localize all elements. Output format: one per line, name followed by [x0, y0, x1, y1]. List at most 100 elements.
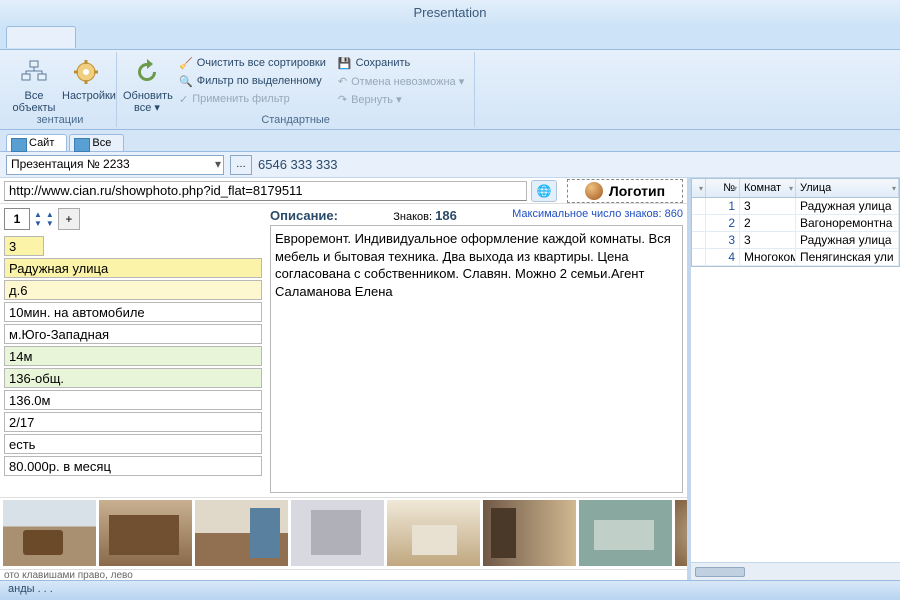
save-label: Сохранить	[356, 57, 411, 69]
col-number[interactable]: №	[706, 179, 740, 197]
undo-icon: ↶	[338, 75, 347, 88]
ribbon-group1-caption: зентации	[10, 114, 110, 126]
thumbnail-6[interactable]	[483, 500, 576, 566]
page-down-icon[interactable]: ▼	[34, 219, 42, 228]
logo-placeholder: Логотип	[567, 179, 683, 203]
description-header: Описание: Знаков: 186 Максимальное число…	[270, 208, 683, 223]
title-bar: Presentation	[0, 0, 900, 26]
browse-button[interactable]: …	[230, 155, 252, 175]
field-balcony[interactable]	[4, 434, 262, 454]
field-total-area[interactable]	[4, 368, 262, 388]
save-button[interactable]: 💾 Сохранить	[334, 54, 468, 72]
mid-row: 1 ▲▼ ▲▼ + Описание:	[0, 204, 687, 497]
tab-site[interactable]: Сайт	[6, 134, 67, 151]
ribbon-tab-blank[interactable]	[6, 26, 76, 48]
add-page-button[interactable]: +	[58, 208, 80, 230]
globe-icon: 🌐	[537, 184, 552, 198]
cell-street: Радужная улица	[796, 232, 899, 248]
redo-label: Вернуть ▾	[351, 93, 402, 106]
redo-button: ↷ Вернуть ▾	[334, 90, 468, 108]
content-area: 🌐 Логотип 1 ▲▼ ▲▼ +	[0, 178, 900, 580]
thumbnail-4[interactable]	[291, 500, 384, 566]
thumbnail-2[interactable]	[99, 500, 192, 566]
document-tabs: Сайт Все	[0, 130, 900, 152]
ribbon-tab-strip	[0, 26, 900, 50]
char-max-label: Максимальное число знаков: 860	[512, 208, 683, 223]
table-row[interactable]: 33Радужная улица	[692, 232, 899, 249]
thumbnail-8[interactable]	[675, 500, 687, 566]
refresh-icon	[131, 56, 163, 88]
gear-icon	[70, 56, 102, 88]
thumbnail-strip	[0, 497, 687, 569]
all-objects-label: Все объекты	[10, 90, 58, 114]
ribbon-group2-caption: Стандартные	[123, 114, 468, 126]
thumbnail-5[interactable]	[387, 500, 480, 566]
fields-panel: 1 ▲▼ ▲▼ +	[0, 204, 266, 497]
field-price[interactable]	[4, 456, 262, 476]
col-street[interactable]: Улица	[796, 179, 899, 197]
field-rooms[interactable]	[4, 236, 44, 256]
object-list-table: № Комнат Улица 13Радужная улица 22Вагоно…	[691, 178, 900, 267]
table-row[interactable]: 13Радужная улица	[692, 198, 899, 215]
field-kitchen-area[interactable]	[4, 346, 262, 366]
field-street[interactable]	[4, 258, 262, 278]
apply-filter-label: Применить фильтр	[192, 93, 290, 105]
pager: 1 ▲▼ ▲▼ +	[4, 208, 262, 230]
redo-icon: ↷	[338, 93, 347, 106]
filter-sel-label: Фильтр по выделенному	[197, 75, 322, 87]
cell-rooms: 3	[740, 232, 796, 248]
horizontal-scrollbar[interactable]	[691, 562, 900, 580]
logo-text: Логотип	[609, 183, 665, 199]
filter-apply-icon: ✓	[179, 93, 188, 106]
tab-all[interactable]: Все	[69, 134, 124, 151]
table-row[interactable]: 22Вагоноремонтна	[692, 215, 899, 232]
all-objects-button[interactable]: Все объекты	[10, 54, 58, 114]
undo-button: ↶Отмена невозможна ▾	[334, 72, 468, 90]
page-up-down[interactable]: ▲▼	[34, 210, 42, 228]
filter-by-selection-button[interactable]: 🔍 Фильтр по выделенному	[175, 72, 330, 90]
filter-icon: 🔍	[179, 75, 193, 88]
presentation-selector[interactable]: Презентация № 2233	[6, 155, 224, 175]
page-up-down-2[interactable]: ▲▼	[46, 210, 54, 228]
field-transport[interactable]	[4, 302, 262, 322]
field-floor[interactable]	[4, 412, 262, 432]
page-down-icon-2[interactable]: ▼	[46, 219, 54, 228]
field-metro[interactable]	[4, 324, 262, 344]
cell-rooms: 2	[740, 215, 796, 231]
cell-street: Вагоноремонтна	[796, 215, 899, 231]
cell-rooms: 3	[740, 198, 796, 214]
thumbnail-3[interactable]	[195, 500, 288, 566]
refresh-all-button[interactable]: Обновить все ▾	[123, 54, 171, 114]
save-icon: 💾	[338, 57, 352, 70]
field-living-area[interactable]	[4, 390, 262, 410]
col-rooms[interactable]: Комнат	[740, 179, 796, 197]
ribbon: Все объекты Настройки зентации Обновить …	[0, 50, 900, 130]
description-textarea[interactable]: Евроремонт. Индивидуальное оформление ка…	[270, 225, 683, 493]
page-up-icon[interactable]: ▲	[34, 210, 42, 219]
status-bar: анды . . .	[0, 580, 900, 600]
page-up-icon-2[interactable]: ▲	[46, 210, 54, 219]
cell-num: 4	[706, 249, 740, 265]
field-house[interactable]	[4, 280, 262, 300]
cell-rooms: Многоком	[740, 249, 796, 265]
settings-button[interactable]: Настройки	[62, 54, 110, 102]
description-panel: Описание: Знаков: 186 Максимальное число…	[266, 204, 687, 497]
thumbnail-1[interactable]	[3, 500, 96, 566]
thumbnail-7[interactable]	[579, 500, 672, 566]
go-button[interactable]: 🌐	[531, 180, 557, 202]
secondary-toolbar: Презентация № 2233 … 6546 333 333	[0, 152, 900, 178]
table-row[interactable]: 4МногокомПенягинская ули	[692, 249, 899, 266]
logo-icon	[585, 182, 603, 200]
sort-clear-icon: 🧹	[179, 57, 193, 70]
scrollbar-thumb[interactable]	[695, 567, 745, 577]
col-selector[interactable]	[692, 179, 706, 197]
description-label: Описание:	[270, 208, 338, 223]
char-count: 186	[435, 208, 457, 223]
right-column: № Комнат Улица 13Радужная улица 22Вагоно…	[688, 178, 900, 580]
clear-sort-button[interactable]: 🧹Очистить все сортировки	[175, 54, 330, 72]
cell-street: Радужная улица	[796, 198, 899, 214]
url-row: 🌐 Логотип	[0, 178, 687, 204]
url-input[interactable]	[4, 181, 527, 201]
left-column: 🌐 Логотип 1 ▲▼ ▲▼ +	[0, 178, 688, 580]
refresh-all-label: Обновить все ▾	[123, 90, 171, 114]
